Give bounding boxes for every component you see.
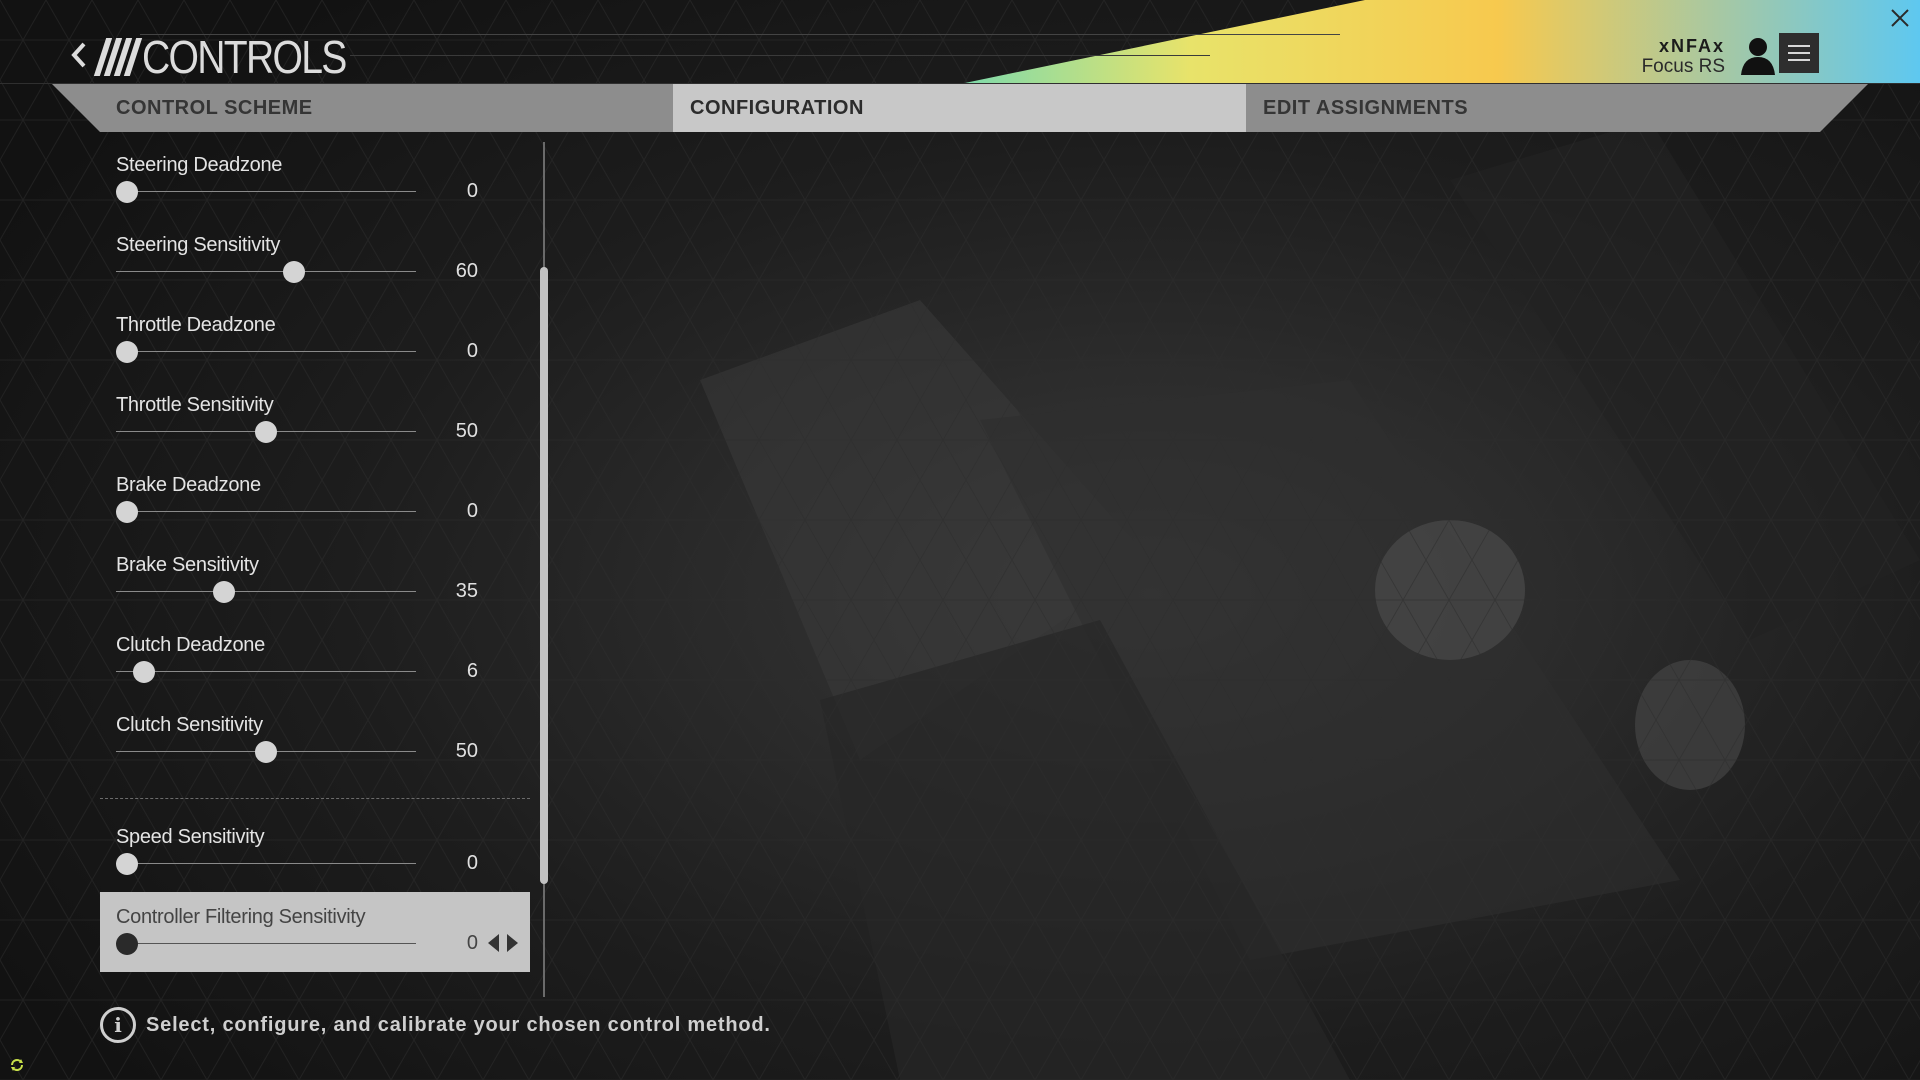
setting-value: 0: [466, 852, 478, 874]
hint-text: Select, configure, and calibrate your ch…: [146, 1013, 771, 1036]
chevron-left-icon: [71, 42, 86, 68]
slider-handle[interactable]: [282, 261, 305, 283]
setting-row[interactable]: Steering Sensitivity 60: [100, 220, 530, 300]
setting-label: Brake Deadzone: [116, 474, 261, 496]
setting-value: 6: [466, 660, 478, 682]
setting-label: Steering Sensitivity: [116, 234, 281, 256]
slider-track[interactable]: [116, 863, 416, 864]
slider-handle[interactable]: [116, 341, 138, 363]
value-stepper[interactable]: [488, 934, 518, 952]
sync-icon: [11, 1059, 23, 1071]
arrow-left-icon[interactable]: [488, 934, 499, 952]
back-button[interactable]: [68, 38, 90, 72]
avatar-icon[interactable]: [1737, 33, 1779, 75]
forza-logo-icon: [93, 38, 143, 76]
slider-handle[interactable]: [116, 933, 138, 955]
slider-track[interactable]: [116, 191, 416, 192]
info-icon: i: [100, 1007, 136, 1043]
setting-row[interactable]: Clutch Deadzone 6: [100, 620, 530, 700]
slider-handle[interactable]: [116, 501, 138, 523]
setting-row[interactable]: Throttle Sensitivity 50: [100, 380, 530, 460]
setting-label: Controller Filtering Sensitivity: [116, 906, 366, 928]
slider-handle[interactable]: [213, 581, 236, 603]
player-info: xNFAx Focus RS: [1642, 36, 1725, 78]
setting-label: Speed Sensitivity: [116, 826, 265, 848]
setting-label: Brake Sensitivity: [116, 554, 259, 576]
setting-value: 0: [466, 500, 478, 522]
page-title-text: CONTROLS: [142, 31, 347, 83]
close-icon[interactable]: [1888, 6, 1912, 30]
setting-label: Throttle Sensitivity: [116, 394, 274, 416]
title-line: [350, 55, 1210, 56]
setting-label: Clutch Deadzone: [116, 634, 265, 656]
page-title: CONTROLS: [93, 31, 382, 83]
setting-row[interactable]: Throttle Deadzone 0: [100, 300, 530, 380]
setting-value: 35: [455, 580, 478, 602]
slider-handle[interactable]: [116, 853, 138, 875]
setting-row[interactable]: Damper Saturation: [100, 980, 530, 995]
settings-list: Steering Deadzone 0 Steering Sensitivity 60…: [100, 140, 540, 995]
setting-label: Damper Saturation: [116, 994, 279, 995]
setting-value: 0: [466, 932, 478, 954]
slider-track[interactable]: [116, 351, 416, 352]
hamburger-menu-icon: [1788, 45, 1810, 47]
tab-control-scheme[interactable]: CONTROL SCHEME: [116, 84, 313, 132]
header-bar: CONTROLS xNFAx Focus RS: [0, 0, 1920, 84]
setting-row[interactable]: Speed Sensitivity 0: [100, 812, 530, 892]
setting-row[interactable]: Brake Sensitivity 35: [100, 540, 530, 620]
setting-value: 60: [455, 260, 478, 282]
setting-row[interactable]: Brake Deadzone 0: [100, 460, 530, 540]
player-gamertag: xNFAx: [1658, 36, 1725, 56]
setting-row[interactable]: Controller Filtering Sensitivity 0: [100, 892, 530, 972]
slider-track[interactable]: [116, 271, 416, 272]
setting-value: 50: [455, 420, 478, 442]
slider-handle[interactable]: [116, 181, 138, 203]
setting-label: Steering Deadzone: [116, 154, 283, 176]
setting-label: Throttle Deadzone: [116, 314, 276, 336]
slider-track[interactable]: [116, 943, 416, 944]
hint-bar: i Select, configure, and calibrate your …: [100, 1005, 771, 1045]
setting-value: 0: [466, 340, 478, 362]
tab-bar: CONTROL SCHEME CONFIGURATION EDIT ASSIGN…: [52, 84, 1868, 132]
slider-handle[interactable]: [132, 661, 155, 683]
setting-row[interactable]: Steering Deadzone 0: [100, 140, 530, 220]
scrollbar-thumb[interactable]: [540, 267, 548, 884]
slider-handle[interactable]: [255, 741, 277, 763]
slider-handle[interactable]: [255, 421, 277, 443]
player-car: Focus RS: [1641, 56, 1725, 77]
setting-value: 0: [466, 180, 478, 202]
slider-track[interactable]: [116, 511, 416, 512]
slider-track[interactable]: [116, 591, 416, 592]
tab-configuration[interactable]: CONFIGURATION: [673, 84, 1246, 132]
slider-track[interactable]: [116, 671, 416, 672]
setting-row[interactable]: Clutch Sensitivity 50: [100, 700, 530, 780]
menu-button[interactable]: [1779, 33, 1819, 73]
setting-label: Clutch Sensitivity: [116, 714, 263, 736]
arrow-right-icon[interactable]: [507, 934, 518, 952]
tab-edit-assignments[interactable]: EDIT ASSIGNMENTS: [1263, 84, 1468, 132]
setting-value: 50: [455, 740, 478, 762]
section-divider: [100, 798, 530, 799]
